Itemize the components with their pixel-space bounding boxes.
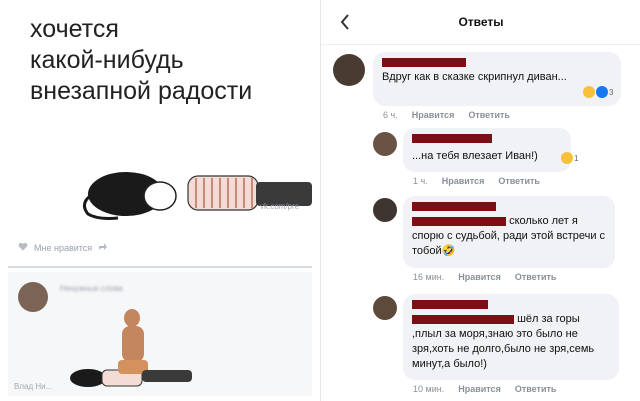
blurred-author-name: Ненужные слова bbox=[60, 284, 123, 293]
reaction-badge[interactable]: 3 bbox=[583, 86, 613, 98]
comment-text-start: сколько лет я bbox=[509, 215, 578, 227]
share-icon[interactable] bbox=[98, 242, 108, 253]
heart-icon[interactable] bbox=[18, 242, 28, 253]
comment-text-rest: спорю с судьбой, ради этой встречи с тоб… bbox=[412, 230, 606, 257]
comment-text-start: шёл за bbox=[517, 313, 553, 325]
comment-text: ...на тебя влезает Иван!) bbox=[412, 150, 538, 162]
redacted-author-name bbox=[412, 134, 492, 143]
face-shape bbox=[143, 181, 177, 211]
comment-text: шёл за горы ,плыл за моря,знаю это было … bbox=[412, 312, 610, 372]
redacted-author-name bbox=[382, 58, 466, 67]
comment-meta: 6 ч. Нравится Ответить bbox=[383, 110, 510, 120]
like-comment-button[interactable]: Нравится bbox=[458, 384, 501, 394]
post-divider bbox=[8, 266, 312, 268]
comment-time: 16 мин. bbox=[413, 272, 445, 282]
post-actions: Мне нравится bbox=[18, 242, 108, 253]
laughing-emoji-icon bbox=[583, 86, 595, 98]
redacted-author-name bbox=[412, 300, 488, 309]
like-label[interactable]: Мне нравится bbox=[34, 243, 92, 253]
reaction-count: 3 bbox=[609, 87, 614, 97]
comment-time: 1 ч. bbox=[413, 176, 428, 186]
comment-bubble: шёл за горы ,плыл за моря,знаю это было … bbox=[403, 294, 619, 380]
second-post-card: Ненужные слова Влад Ни... bbox=[8, 272, 312, 396]
redacted-author-name bbox=[412, 202, 496, 211]
avatar[interactable] bbox=[373, 132, 397, 156]
laughing-emoji-icon bbox=[561, 152, 573, 164]
reply-button[interactable]: Ответить bbox=[468, 110, 510, 120]
meme-illustration bbox=[83, 172, 312, 220]
comment-text: Вдруг как в сказке скрипнул диван... bbox=[382, 71, 567, 83]
avatar[interactable] bbox=[373, 198, 397, 222]
reaction-badge[interactable]: 1 bbox=[561, 152, 578, 164]
reaction-count: 1 bbox=[574, 153, 579, 163]
reply-button[interactable]: Ответить bbox=[515, 384, 557, 394]
like-comment-button[interactable]: Нравится bbox=[412, 110, 455, 120]
meme-watermark: vk.com/pre bbox=[260, 202, 300, 211]
redacted-mention bbox=[412, 314, 514, 324]
avatar[interactable] bbox=[18, 282, 48, 312]
like-comment-button[interactable]: Нравится bbox=[442, 176, 485, 186]
reply-button[interactable]: Ответить bbox=[498, 176, 540, 186]
page-title: Ответы bbox=[458, 15, 504, 29]
redacted-mention bbox=[412, 216, 506, 226]
comment-meta: 10 мин. Нравится Ответить bbox=[413, 384, 556, 394]
comment-time: 10 мин. bbox=[413, 384, 445, 394]
comment-meta: 16 мин. Нравится Ответить bbox=[413, 272, 556, 282]
avatar[interactable] bbox=[333, 54, 365, 86]
striped-shirt bbox=[187, 175, 259, 211]
comment-time: 6 ч. bbox=[383, 110, 398, 120]
bottom-watermark: Влад Ни... bbox=[14, 382, 53, 391]
avatar[interactable] bbox=[373, 296, 397, 320]
left-screenshot: хочется какой-нибудь внезапной радости v… bbox=[0, 0, 320, 401]
meme-illustration-2 bbox=[70, 309, 192, 387]
header-bar: Ответы bbox=[321, 0, 640, 45]
reply-button[interactable]: Ответить bbox=[515, 272, 557, 282]
like-icon bbox=[596, 86, 608, 98]
meme-text: хочется какой-нибудь внезапной радости bbox=[30, 15, 253, 105]
comment-bubble: сколько лет я спорю с судьбой, ради этой… bbox=[403, 196, 615, 268]
replies-screen: Ответы Вдруг как в сказке скрипнул диван… bbox=[320, 0, 640, 401]
comment-text: сколько лет я спорю с судьбой, ради этой… bbox=[412, 214, 606, 259]
comment-meta: 1 ч. Нравится Ответить bbox=[413, 176, 540, 186]
meme-post-card: хочется какой-нибудь внезапной радости v… bbox=[8, 6, 312, 264]
comment-bubble: ...на тебя влезает Иван!) bbox=[403, 128, 571, 172]
like-comment-button[interactable]: Нравится bbox=[458, 272, 501, 282]
